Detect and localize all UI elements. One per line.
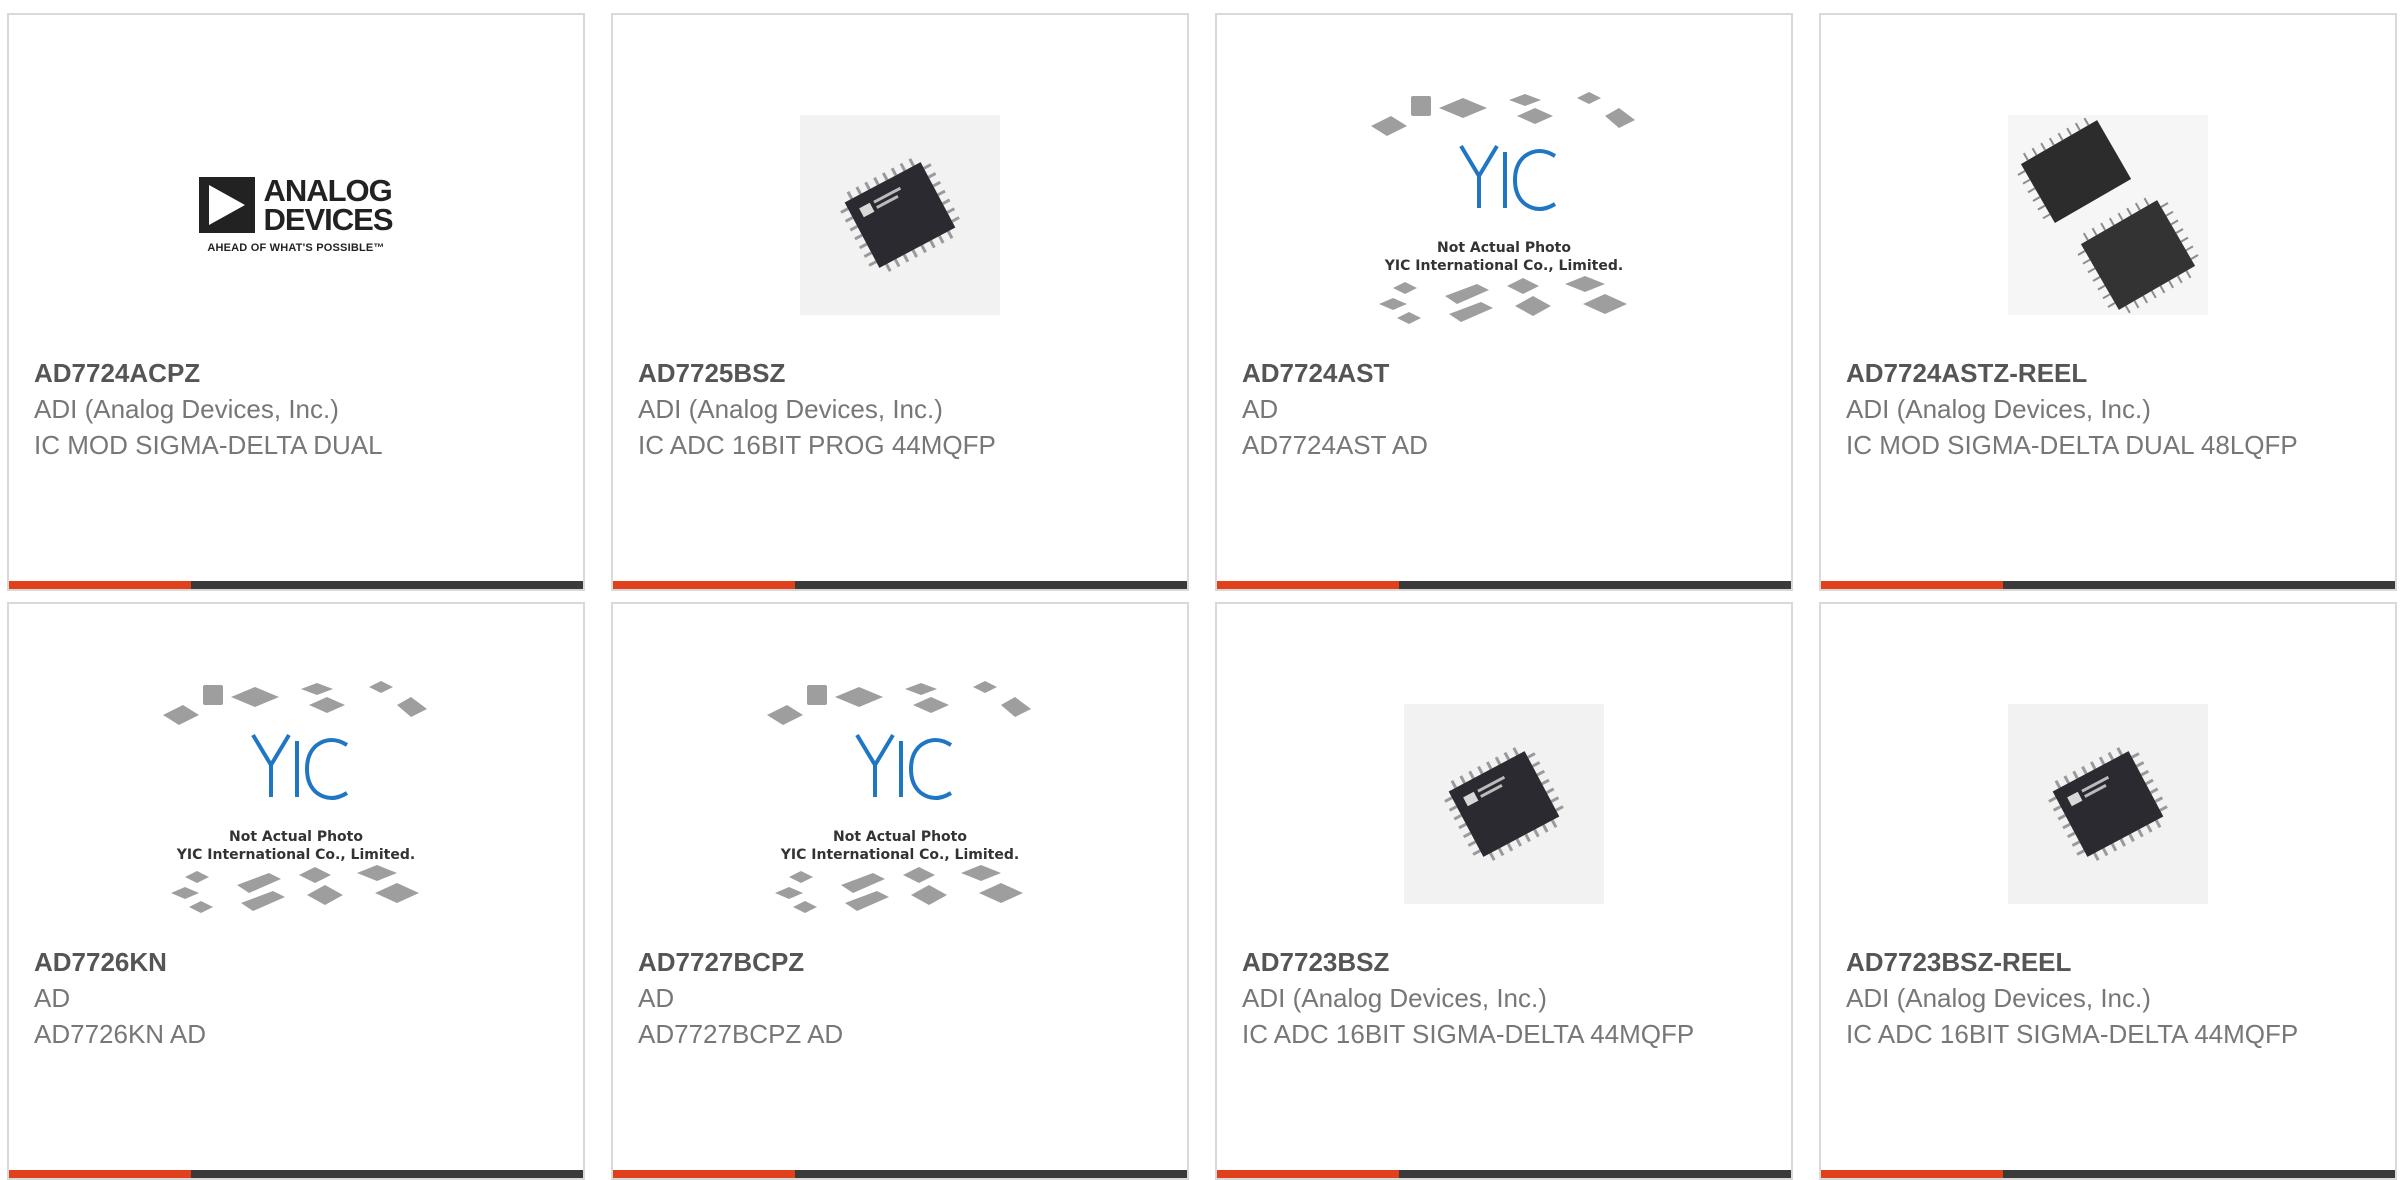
logo-line-2: DEVICES bbox=[263, 202, 393, 237]
product-card[interactable]: AD7723BSZ-REEL ADI (Analog Devices, Inc.… bbox=[1819, 602, 2397, 1180]
product-grid: ANALOG DEVICES AHEAD OF WHAT'S POSSIBLE™… bbox=[0, 0, 2400, 1180]
description: IC MOD SIGMA-DELTA DUAL bbox=[34, 430, 383, 460]
product-image[interactable] bbox=[1821, 664, 2395, 944]
placeholder-line-1: Not Actual Photo bbox=[229, 829, 363, 845]
description: AD7726KN AD bbox=[34, 1019, 206, 1049]
description: IC MOD SIGMA-DELTA DUAL 48LQFP bbox=[1846, 430, 2298, 460]
product-image[interactable]: Not Actual Photo YIC International Co., … bbox=[1217, 75, 1791, 355]
part-number[interactable]: AD7725BSZ bbox=[638, 355, 1158, 391]
part-number[interactable]: AD7723BSZ-REEL bbox=[1846, 944, 2366, 980]
manufacturer: ADI (Analog Devices, Inc.) bbox=[34, 394, 339, 424]
card-bottom-bar bbox=[613, 581, 1187, 589]
product-image[interactable] bbox=[1217, 664, 1791, 944]
description: IC ADC 16BIT PROG 44MQFP bbox=[638, 430, 996, 460]
analog-devices-triangle-icon bbox=[199, 177, 256, 233]
product-card[interactable]: ANALOG DEVICES AHEAD OF WHAT'S POSSIBLE™… bbox=[7, 13, 585, 591]
manufacturer: ADI (Analog Devices, Inc.) bbox=[638, 394, 943, 424]
card-bottom-bar bbox=[613, 1170, 1187, 1178]
product-card[interactable]: AD7724ASTZ-REEL ADI (Analog Devices, Inc… bbox=[1819, 13, 2397, 591]
part-number[interactable]: AD7723BSZ bbox=[1242, 944, 1762, 980]
manufacturer: ADI (Analog Devices, Inc.) bbox=[1846, 394, 2151, 424]
placeholder-line-2: YIC International Co., Limited. bbox=[1384, 258, 1624, 274]
card-bottom-bar bbox=[1821, 581, 2395, 589]
product-card[interactable]: AD7725BSZ ADI (Analog Devices, Inc.) IC … bbox=[611, 13, 1189, 591]
part-number[interactable]: AD7724ACPZ bbox=[34, 355, 554, 391]
description: IC ADC 16BIT SIGMA-DELTA 44MQFP bbox=[1242, 1019, 1695, 1049]
part-number[interactable]: AD7724ASTZ-REEL bbox=[1846, 355, 2366, 391]
part-number[interactable]: AD7726KN bbox=[34, 944, 554, 980]
yic-placeholder-image: Not Actual Photo YIC International Co., … bbox=[765, 679, 1035, 929]
qfp-chip-photo bbox=[2008, 704, 2208, 904]
manufacturer: ADI (Analog Devices, Inc.) bbox=[1242, 983, 1547, 1013]
product-image[interactable]: Not Actual Photo YIC International Co., … bbox=[9, 664, 583, 944]
yic-placeholder-image: Not Actual Photo YIC International Co., … bbox=[1369, 90, 1639, 340]
logo-tagline: AHEAD OF WHAT'S POSSIBLE™ bbox=[207, 242, 385, 254]
card-bottom-bar bbox=[1217, 581, 1791, 589]
logo-line-1: ANALOG bbox=[263, 173, 392, 208]
card-bottom-bar bbox=[1821, 1170, 2395, 1178]
yic-placeholder-image: Not Actual Photo YIC International Co., … bbox=[161, 679, 431, 929]
card-bottom-bar bbox=[1217, 1170, 1791, 1178]
analog-devices-logo: ANALOG DEVICES AHEAD OF WHAT'S POSSIBLE™ bbox=[199, 173, 394, 254]
description: IC ADC 16BIT SIGMA-DELTA 44MQFP bbox=[1846, 1019, 2299, 1049]
product-card[interactable]: Not Actual Photo YIC International Co., … bbox=[7, 602, 585, 1180]
description: AD7724AST AD bbox=[1242, 430, 1428, 460]
qfp-chip-photo bbox=[800, 115, 1000, 315]
card-bottom-bar bbox=[9, 1170, 583, 1178]
placeholder-line-2: YIC International Co., Limited. bbox=[780, 847, 1020, 863]
manufacturer: ADI (Analog Devices, Inc.) bbox=[1846, 983, 2151, 1013]
product-image[interactable]: ANALOG DEVICES AHEAD OF WHAT'S POSSIBLE™ bbox=[9, 75, 583, 355]
card-bottom-bar bbox=[9, 581, 583, 589]
placeholder-line-1: Not Actual Photo bbox=[1437, 240, 1571, 256]
part-number[interactable]: AD7724AST bbox=[1242, 355, 1762, 391]
lqfp-dual-chip-photo bbox=[2008, 115, 2208, 315]
product-card[interactable]: Not Actual Photo YIC International Co., … bbox=[611, 602, 1189, 1180]
product-image[interactable]: Not Actual Photo YIC International Co., … bbox=[613, 664, 1187, 944]
description: AD7727BCPZ AD bbox=[638, 1019, 844, 1049]
manufacturer: AD bbox=[34, 983, 71, 1013]
product-card[interactable]: AD7723BSZ ADI (Analog Devices, Inc.) IC … bbox=[1215, 602, 1793, 1180]
placeholder-line-1: Not Actual Photo bbox=[833, 829, 967, 845]
placeholder-line-2: YIC International Co., Limited. bbox=[176, 847, 416, 863]
manufacturer: AD bbox=[638, 983, 675, 1013]
product-image[interactable] bbox=[1821, 75, 2395, 355]
product-card[interactable]: Not Actual Photo YIC International Co., … bbox=[1215, 13, 1793, 591]
product-image[interactable] bbox=[613, 75, 1187, 355]
part-number[interactable]: AD7727BCPZ bbox=[638, 944, 1158, 980]
qfp-chip-photo bbox=[1404, 704, 1604, 904]
manufacturer: AD bbox=[1242, 394, 1279, 424]
